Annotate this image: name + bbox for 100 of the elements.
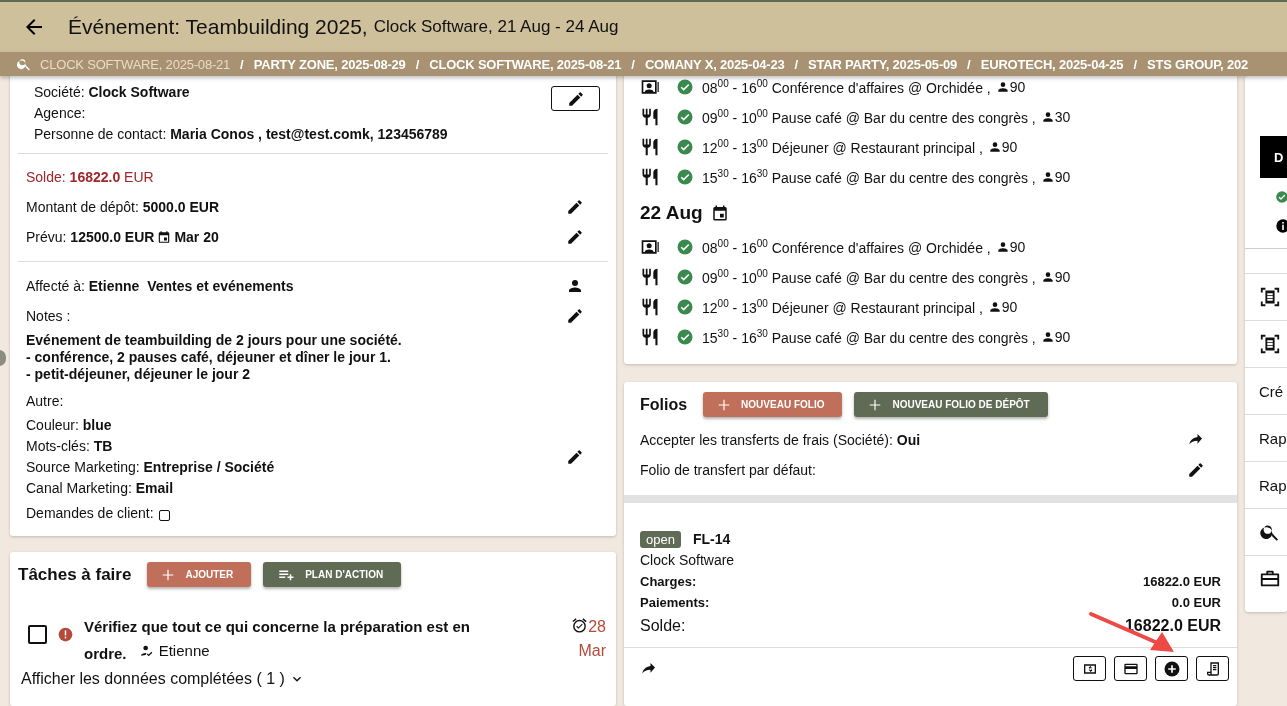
folio-label: Charges: [640,573,697,591]
presentation-icon [640,237,660,257]
plus-icon [161,567,176,582]
cash-button[interactable] [1073,656,1106,681]
guest-count: 90 [1009,79,1026,95]
guest-count: 90 [1054,169,1071,185]
pencil-icon[interactable] [566,307,584,325]
alarm-clock-icon [571,617,589,634]
cutlery-icon [640,167,660,187]
other-label: Autre: [25,392,65,411]
side-menu-item[interactable]: Rap [1259,476,1287,494]
person-check-icon [138,643,155,659]
plus-icon [717,397,732,412]
guest-count: 30 [1054,109,1071,125]
person-icon [1040,330,1055,344]
person-icon [1040,270,1055,284]
pencil-icon[interactable] [566,228,584,246]
folio-number: FL-14 [692,530,731,549]
guest-count: 90 [1001,139,1018,155]
side-menu-item[interactable]: Rap [1259,429,1287,447]
new-folio-button[interactable]: NOUVEAU FOLIO [703,392,843,417]
cutlery-icon [640,267,660,287]
folio-company: Clock Software [640,551,736,570]
person-icon [995,240,1010,254]
agenda-entry[interactable]: 09$^{00}$ - 10$^{00}$ Pause café @ Bar du centre des congrès , [702,108,1036,126]
checkbox[interactable] [28,625,47,644]
pencil-icon[interactable] [1187,461,1205,479]
new-deposit-folio-button[interactable]: NOUVEAU FOLIO DE DÉPÔT [854,392,1048,417]
side-menu-item[interactable]: Cré [1259,382,1284,400]
receipt-icon [1204,660,1221,677]
notes-label: Notes : [26,308,71,324]
balance-line: Solde: 16822.0 EUR [26,169,154,185]
day-heading: 22 Aug [640,202,703,224]
section-title: Folios [640,395,688,414]
agenda-entry[interactable]: 15$^{30}$ - 16$^{30}$ Pause café @ Bar du centre des congrès , [702,328,1036,346]
receipt-button[interactable] [1196,656,1229,681]
page-subtitle: Clock Software, 21 Aug - 24 Aug [373,17,619,37]
plus-icon [868,397,883,412]
guest-count: 90 [1054,269,1071,285]
breadcrumb-separator: / [631,56,635,72]
detail-line: Société: Clock Software [34,83,191,102]
status-badge: open [640,531,681,548]
folio-setting: Accepter les transferts de frais (Société): Oui [640,432,921,448]
agenda-entry[interactable]: 08$^{00}$ - 16$^{00}$ Conférence d'affaires @ Orchidée , [702,78,991,96]
person-icon [1040,110,1055,124]
action-plan-button[interactable]: PLAN D'ACTION [263,562,402,587]
detail-line: Source Marketing: Entreprise / Société [26,458,275,477]
folio-setting: Folio de transfert par défaut: [640,462,816,478]
detail-line: Couleur: blue [26,416,113,435]
breadcrumb-separator: / [794,56,799,72]
task-text: Vérifiez que tout ce qui concerne la préparation est en ordre. Etienne [84,617,471,664]
calendar-icon[interactable] [710,204,729,222]
breadcrumb-separator: / [1133,56,1137,72]
show-completed-link[interactable]: Afficher les données complétées ( 1 ) [18,666,305,688]
detail-line: Affecté à: Etienne Ventes et evénements [26,278,294,294]
side-button[interactable]: D [1260,136,1287,178]
notes-text: - conférence, 2 pauses café, déjeuner et dîner le jour 1. [26,349,392,366]
add-button[interactable]: AJOUTER [147,562,252,587]
folio-amount: 16822.0 EUR [1124,616,1221,636]
detail-line: Montant de dépôt: 5000.0 EUR [26,199,220,215]
edit-button[interactable] [551,86,600,111]
pencil-icon[interactable] [566,198,584,216]
person-icon [987,300,1002,314]
person-icon [995,80,1010,94]
agenda-entry[interactable]: 15$^{30}$ - 16$^{30}$ Pause café @ Bar du centre des congrès , [702,168,1036,186]
cutlery-icon [640,137,660,157]
page-title: Événement: Teambuilding 2025, [68,15,368,39]
document-scan-icon[interactable] [1259,286,1281,308]
pencil-icon [566,89,585,108]
person-icon [1040,170,1055,184]
agenda-entry[interactable]: 09$^{00}$ - 10$^{00}$ Pause café @ Bar du centre des congrès , [702,268,1036,286]
guest-count: 90 [1001,299,1018,315]
agenda-entry[interactable]: 12$^{00}$ - 13$^{00}$ Déjeuner @ Restaurant principal , [702,298,983,316]
person-icon [566,277,584,295]
notes-text: Evénement de teambuilding de 2 jours pour une société. [26,332,403,349]
detail-line: Personne de contact: Maria Conos , test@test.comk, 123456789 [34,125,448,144]
detail-line: Agence: [34,104,87,123]
folio-label: Solde: [640,616,686,636]
add-charge-button[interactable] [1155,656,1188,681]
plus-circle-icon [1162,659,1181,678]
due-date: 28 Mar [558,615,608,663]
pencil-icon[interactable] [566,448,584,466]
info-icon[interactable] [1275,218,1287,234]
planned-date: Mar 20 [174,229,219,245]
checkbox[interactable] [158,509,170,521]
cutlery-icon [640,327,660,347]
card-payment-button[interactable] [1114,656,1147,681]
document-scan-icon[interactable] [1259,333,1281,355]
folio-label: Paiements: [640,594,710,612]
folio-amount: 16822.0 EUR [1142,573,1221,591]
cutlery-icon [640,297,660,317]
guest-count: 90 [1009,239,1026,255]
folio-amount: 0.0 EUR [1171,594,1221,612]
agenda-entry[interactable]: 12$^{00}$ - 13$^{00}$ Déjeuner @ Restaurant principal , [702,138,983,156]
detail-line: Mots-clés: TB [26,437,114,456]
agenda-entry[interactable]: 08$^{00}$ - 16$^{00}$ Conférence d'affaires @ Orchidée , [702,238,991,256]
alert-icon [58,627,73,642]
presentation-icon [640,77,660,97]
section-title: Tâches à faire [18,564,132,585]
breadcrumb-separator: / [415,56,420,72]
